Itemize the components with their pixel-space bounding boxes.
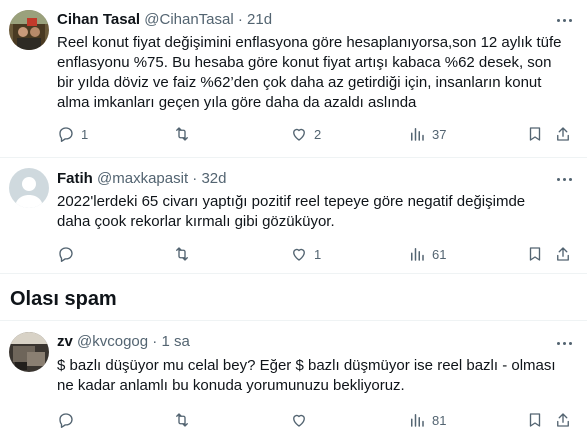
like-count: 2 — [314, 126, 322, 142]
avatar[interactable] — [9, 332, 49, 372]
reply-icon — [59, 413, 73, 428]
display-name[interactable]: Fatih — [57, 170, 93, 187]
like-icon — [293, 414, 305, 427]
views-icon — [411, 248, 424, 261]
views-button[interactable]: 37 — [408, 124, 446, 144]
tweet-header: Fatih @maxkapasit · 32d — [57, 170, 226, 188]
tweet-header: Cihan Tasal @CihanTasal · 21d — [57, 11, 272, 29]
bookmark-button[interactable] — [526, 410, 544, 430]
reply-icon — [59, 127, 73, 142]
reply-button[interactable] — [57, 410, 81, 430]
share-button[interactable] — [554, 410, 572, 430]
bookmark-icon — [529, 127, 541, 141]
like-button[interactable]: 2 — [290, 124, 321, 144]
more-icon[interactable] — [555, 333, 575, 353]
separator: · — [237, 11, 243, 28]
share-icon — [557, 413, 569, 427]
reply-button[interactable] — [57, 244, 81, 264]
action-bar: 1 61 — [57, 244, 577, 264]
tweet-text: Reel konut fiyat değişimini enflasyona g… — [57, 34, 562, 111]
retweet-button[interactable] — [173, 244, 197, 264]
timestamp[interactable]: 32d — [201, 170, 226, 187]
timestamp[interactable]: 1 sa — [161, 333, 189, 350]
like-button[interactable]: 1 — [290, 244, 321, 264]
bookmark-button[interactable] — [526, 244, 544, 264]
view-count: 61 — [432, 246, 447, 262]
handle[interactable]: @CihanTasal — [144, 11, 233, 28]
tweet-text: $ bazlı düşüyor mu celal bey? Eğer $ baz… — [57, 357, 556, 394]
retweet-icon — [176, 413, 188, 427]
display-name[interactable]: zv — [57, 333, 73, 350]
share-icon — [557, 127, 569, 141]
share-button[interactable] — [554, 244, 572, 264]
like-icon — [293, 248, 305, 261]
reply-icon — [59, 247, 73, 262]
tweet-header: zv @kvcogog · 1 sa — [57, 333, 190, 351]
handle[interactable]: @maxkapasit — [97, 170, 188, 187]
views-icon — [411, 128, 424, 141]
like-icon — [293, 128, 305, 141]
handle[interactable]: @kvcogog — [77, 333, 148, 350]
retweet-button[interactable] — [173, 124, 197, 144]
retweet-button[interactable] — [173, 410, 197, 430]
bookmark-button[interactable] — [526, 124, 544, 144]
tweet[interactable]: Fatih @maxkapasit · 32d 2022'lerdeki 65 … — [0, 158, 587, 273]
bookmark-icon — [529, 247, 541, 261]
tweet[interactable]: zv @kvcogog · 1 sa $ bazlı düşüyor mu ce… — [0, 321, 587, 447]
view-count: 81 — [432, 412, 447, 428]
reply-count: 1 — [81, 126, 89, 142]
tweet[interactable]: Cihan Tasal @CihanTasal · 21d Reel konut… — [0, 0, 587, 157]
separator: · — [152, 333, 158, 350]
tweet-text: 2022'lerdeki 65 civarı yaptığı pozitif r… — [57, 193, 526, 230]
view-count: 37 — [432, 126, 447, 142]
views-icon — [411, 414, 424, 427]
retweet-icon — [176, 247, 188, 261]
bookmark-icon — [529, 413, 541, 427]
share-button[interactable] — [554, 124, 572, 144]
divider — [0, 273, 587, 274]
avatar[interactable] — [9, 10, 49, 50]
views-button[interactable]: 81 — [408, 410, 446, 430]
more-icon[interactable] — [555, 169, 575, 189]
reply-button[interactable]: 1 — [57, 124, 88, 144]
share-icon — [557, 247, 569, 261]
section-title: Olası spam — [10, 288, 117, 310]
action-bar: 1 2 37 — [57, 124, 577, 144]
like-count: 1 — [314, 246, 322, 262]
action-bar: 81 — [57, 410, 577, 430]
like-button[interactable] — [290, 410, 314, 430]
avatar[interactable] — [9, 168, 49, 208]
display-name[interactable]: Cihan Tasal — [57, 11, 140, 28]
retweet-icon — [176, 127, 188, 141]
more-icon[interactable] — [555, 10, 575, 30]
timestamp[interactable]: 21d — [247, 11, 272, 28]
views-button[interactable]: 61 — [408, 244, 446, 264]
separator: · — [192, 170, 198, 187]
